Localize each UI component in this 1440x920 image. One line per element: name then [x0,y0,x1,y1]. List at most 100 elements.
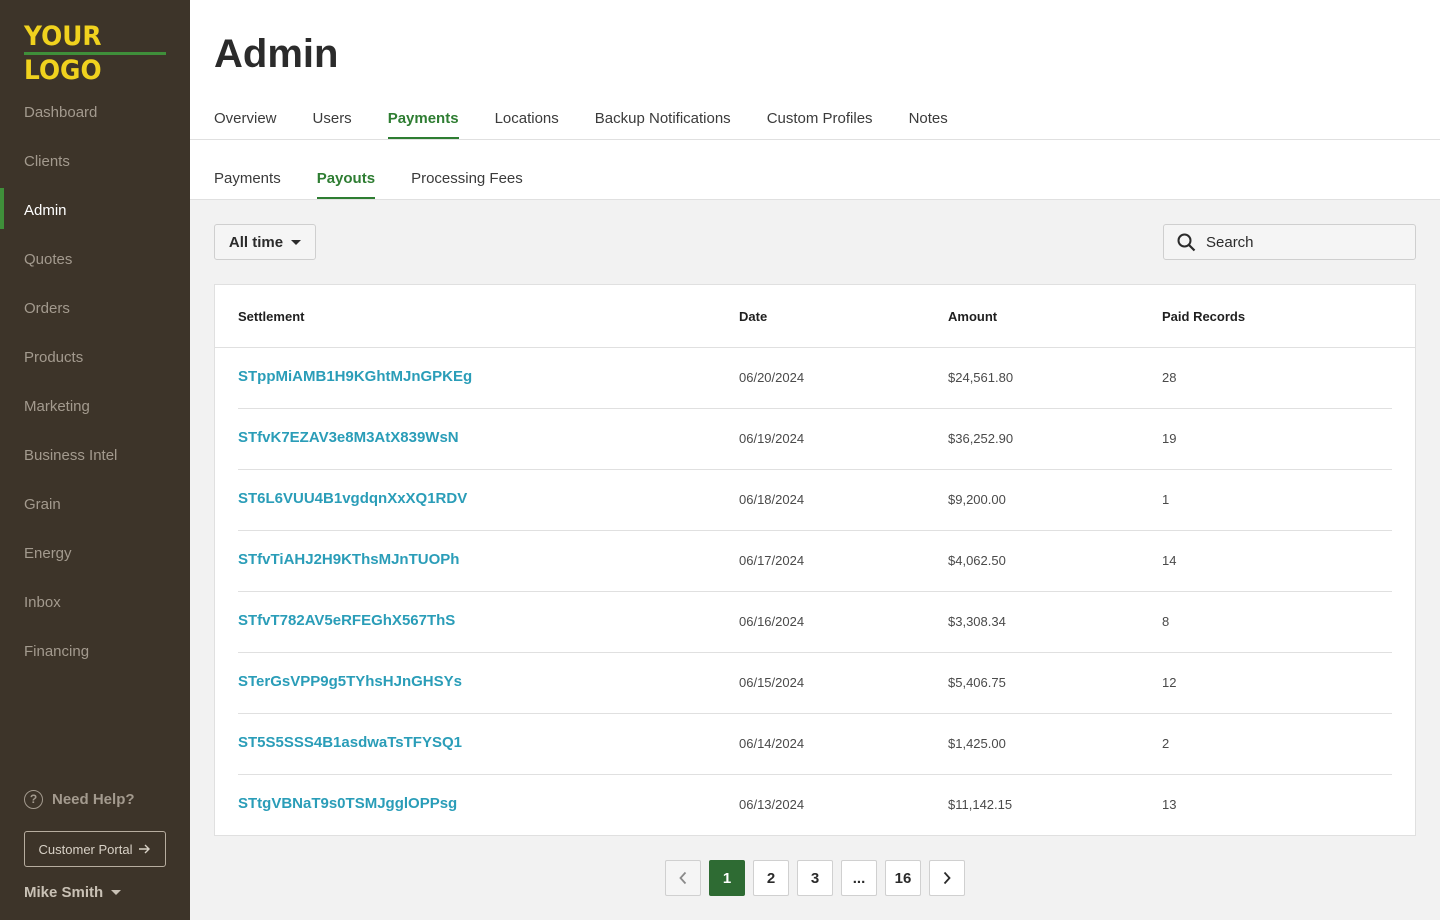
header-divider [190,199,1440,200]
tab-payments[interactable]: Payments [387,100,459,140]
sidebar-item-energy[interactable]: Energy [0,529,190,578]
settlement-link[interactable]: ST6L6VUU4B1vgdqnXxXQ1RDV [238,490,467,507]
table-row: STtgVBNaT9s0TSMJgglOPPsg 06/13/2024 $11,14… [238,775,1392,836]
sidebar-item-inbox[interactable]: Inbox [0,578,190,627]
paid-records-cell: 19 [1162,431,1177,446]
search-input[interactable] [1206,233,1406,251]
payouts-table: Settlement Date Amount Paid Records STpp… [214,284,1416,836]
customer-portal-button[interactable]: Customer Portal [24,831,166,867]
primary-tabs: Overview Users Payments Locations Backup Not… [214,100,948,140]
page-header: Admin Overview Users Payments Locations Back… [190,0,1440,200]
settlement-link[interactable]: STtgVBNaT9s0TSMJgglOPPsg [238,795,457,812]
subtab-payouts[interactable]: Payouts [316,160,376,200]
secondary-tabs: Payments Payouts Processing Fees [214,160,523,200]
sidebar-item-grain[interactable]: Grain [0,480,190,529]
user-name: Mike Smith [24,884,104,901]
sidebar: YOUR LOGO Dashboard Clients Admin Quotes Ord… [0,0,190,920]
tabs-divider [190,139,1440,140]
help-label: Need Help? [52,791,135,808]
date-cell: 06/17/2024 [739,553,805,568]
column-header-paid-records[interactable]: Paid Records [1162,309,1245,324]
date-cell: 06/18/2024 [739,492,805,507]
portal-label: Customer Portal [38,841,133,857]
settlement-link[interactable]: STfvK7EZAV3e8M3AtX839WsN [238,429,459,446]
amount-cell: $1,425.00 [948,736,1006,751]
column-header-amount[interactable]: Amount [948,309,997,324]
sidebar-item-marketing[interactable]: Marketing [0,382,190,431]
chevron-right-icon [943,871,951,885]
settlement-link[interactable]: STppMiAMB1H9KGhtMJnGPKEg [238,368,472,385]
sidebar-item-dashboard[interactable]: Dashboard [0,88,190,137]
page-button-1[interactable]: 1 [709,860,745,896]
column-header-date[interactable]: Date [739,309,767,324]
date-cell: 06/19/2024 [739,431,805,446]
search-icon [1177,233,1196,251]
date-cell: 06/14/2024 [739,736,805,751]
settlement-link[interactable]: STerGsVPP9g5TYhsHJnGHSYs [238,673,462,690]
page-numbers: 1 2 3... 16 [709,860,921,896]
sidebar-nav: Dashboard Clients Admin Quotes Orders Product… [0,88,190,676]
table-row: STerGsVPP9g5TYhsHJnGHSYs 06/15/2024 $5,406… [238,653,1392,714]
paid-records-cell: 14 [1162,553,1177,568]
page-button-3[interactable]: 3 [797,860,833,896]
settlement-link[interactable]: ST5S5SSS4B1asdwaTsTFYSQ1 [238,734,462,751]
user-menu[interactable]: Mike Smith [24,884,122,901]
pagination: 1 2 3... 16 [665,860,965,896]
table-header: Settlement Date Amount Paid Records [215,285,1415,348]
settlement-link[interactable]: STfvT782AV5eRFEGhX567ThS [238,612,455,629]
table-row: STfvTiAHJ2H9KThsMJnTUOPh 06/17/2024 $4,062… [238,531,1392,592]
sidebar-item-financing[interactable]: Financing [0,627,190,676]
paid-records-cell: 28 [1162,370,1177,385]
tab-overview[interactable]: Overview [214,100,277,140]
caret-down-icon [291,239,302,245]
table-row: STppMiAMB1H9KGhtMJnGPKEg 06/20/2024 $24,56… [238,348,1392,409]
paid-records-cell: 8 [1162,614,1170,629]
sidebar-item-quotes[interactable]: Quotes [0,235,190,284]
column-header-settlement[interactable]: Settlement [238,309,304,324]
main-content: Admin Overview Users Payments Locations Back… [190,0,1440,920]
amount-cell: $36,252.90 [948,431,1014,446]
date-cell: 06/16/2024 [739,614,805,629]
subtab-processing-fees[interactable]: Processing Fees [411,160,523,200]
paid-records-cell: 13 [1162,797,1177,812]
sidebar-item-admin[interactable]: Admin [0,186,190,235]
tab-users[interactable]: Users [313,100,352,140]
table-row: ST6L6VUU4B1vgdqnXxXQ1RDV 06/18/2024 $9,200… [238,470,1392,531]
table-row: STfvT782AV5eRFEGhX567ThS 06/16/2024 $3,308… [238,592,1392,653]
page-button-2[interactable]: 2 [753,860,789,896]
amount-cell: $3,308.34 [948,614,1006,629]
paid-records-cell: 1 [1162,492,1170,507]
next-page-button[interactable] [929,860,965,896]
date-cell: 06/15/2024 [739,675,805,690]
tab-notes[interactable]: Notes [909,100,948,140]
date-filter-dropdown[interactable]: All time [214,224,316,260]
prev-page-button[interactable] [665,860,701,896]
page-button-16[interactable]: 16 [885,860,921,896]
sidebar-item-clients[interactable]: Clients [0,137,190,186]
sidebar-item-orders[interactable]: Orders [0,284,190,333]
tab-locations[interactable]: Locations [495,100,559,140]
page-title: Admin [214,32,339,76]
help-link[interactable]: ? Need Help? [24,790,135,809]
date-cell: 06/20/2024 [739,370,805,385]
amount-cell: $5,406.75 [948,675,1006,690]
tab-custom-profiles[interactable]: Custom Profiles [767,100,873,140]
tab-backup-notifications[interactable]: Backup Notifications [595,100,731,140]
amount-cell: $24,561.80 [948,370,1014,385]
chevron-left-icon [679,871,687,885]
subtab-payments[interactable]: Payments [214,160,281,200]
page-ellipsis: ... [841,860,877,896]
chevron-down-icon [111,890,122,895]
amount-cell: $4,062.50 [948,553,1006,568]
date-filter-label: All time [228,233,284,251]
arrow-right-icon [139,844,151,854]
amount-cell: $9,200.00 [948,492,1006,507]
sidebar-item-products[interactable]: Products [0,333,190,382]
settlement-link[interactable]: STfvTiAHJ2H9KThsMJnTUOPh [238,551,459,568]
paid-records-cell: 12 [1162,675,1177,690]
search-box[interactable] [1163,224,1416,260]
paid-records-cell: 2 [1162,736,1170,751]
sidebar-item-business-intel[interactable]: Business Intel [0,431,190,480]
table-row: STfvK7EZAV3e8M3AtX839WsN 06/19/2024 $36,25… [238,409,1392,470]
table-row: ST5S5SSS4B1asdwaTsTFYSQ1 06/14/2024 $1,425… [238,714,1392,775]
